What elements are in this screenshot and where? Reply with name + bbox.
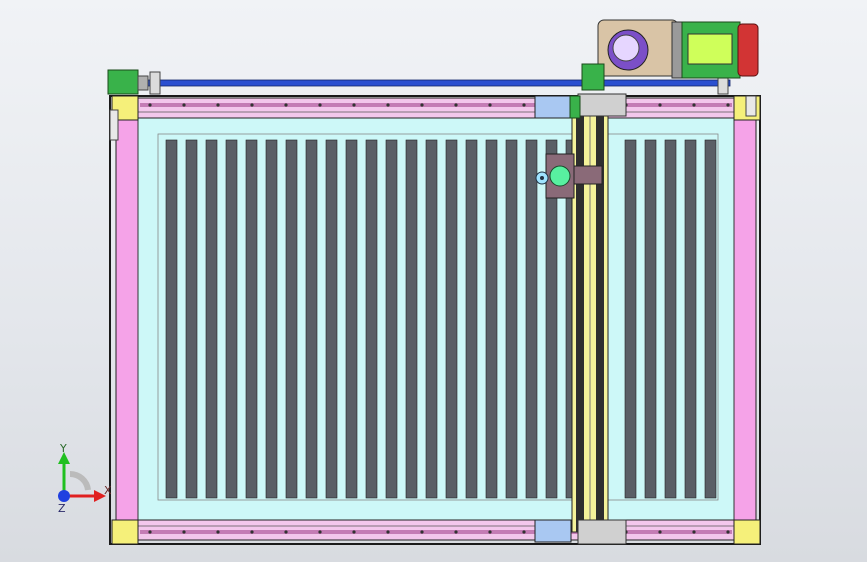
corner-block-bl (111, 519, 139, 545)
rail-bolt (726, 530, 730, 534)
rail-bolt (522, 530, 526, 534)
slat-right-4 (684, 139, 697, 499)
slat-right-3 (664, 139, 677, 499)
rail-bolt (284, 530, 288, 534)
rail-bolt (522, 103, 526, 107)
slat-left-10 (345, 139, 358, 499)
slat-left-5 (245, 139, 258, 499)
rail-bolt (352, 530, 356, 534)
slat-left-3 (205, 139, 218, 499)
rail-bolt (250, 103, 254, 107)
slat-left-12 (385, 139, 398, 499)
carriage-top (534, 95, 581, 119)
slat-left-7 (285, 139, 298, 499)
slat-left-1 (165, 139, 178, 499)
slat-left-19 (525, 139, 538, 499)
rail-bolt (182, 530, 186, 534)
z-axis-label: Z (58, 502, 66, 515)
rail-bolt (352, 103, 356, 107)
rail-bolt (250, 530, 254, 534)
slat-left-6 (265, 139, 278, 499)
rail-bolt (386, 530, 390, 534)
slat-left-11 (365, 139, 378, 499)
slat-left-14 (425, 139, 438, 499)
rail-bolt (216, 530, 220, 534)
rail-bolt (318, 103, 322, 107)
slat-left-15 (445, 139, 458, 499)
cad-viewport[interactable]: Y X Z (0, 0, 867, 562)
rail-bolt (488, 103, 492, 107)
rail-bolt (148, 530, 152, 534)
rail-bolt (658, 103, 662, 107)
rail-bolt (182, 103, 186, 107)
rail-bolt (488, 530, 492, 534)
rail-bolt (420, 530, 424, 534)
rail-bolt (420, 103, 424, 107)
coordinate-triad: Y X Z (58, 442, 112, 515)
rail-bolt (692, 103, 696, 107)
rail-bolt (386, 103, 390, 107)
x-axis-label: X (104, 484, 112, 497)
z-axis-dot (58, 490, 70, 502)
y-axis-label: Y (59, 442, 67, 455)
slat-left-4 (225, 139, 238, 499)
slat-left-8 (305, 139, 318, 499)
corner-block-br (733, 519, 761, 545)
slat-left-16 (465, 139, 478, 499)
slat-left-18 (505, 139, 518, 499)
rail-bolt (692, 530, 696, 534)
rail-bolt (658, 530, 662, 534)
rail-bolt (726, 103, 730, 107)
gearbox-motor (581, 19, 759, 91)
carriage-bottom (534, 519, 572, 543)
servo-motor-left (107, 69, 149, 95)
rail-bolt (148, 103, 152, 107)
slat-left-17 (485, 139, 498, 499)
slat-left-13 (405, 139, 418, 499)
rail-bolt (216, 103, 220, 107)
slat-right-2 (644, 139, 657, 499)
slat-right-5 (704, 139, 717, 499)
rail-bolt (454, 103, 458, 107)
rail-bolt (284, 103, 288, 107)
rail-top (135, 97, 737, 119)
rail-bottom (135, 519, 737, 541)
rail-bolt (454, 530, 458, 534)
slat-left-2 (185, 139, 198, 499)
slat-right-1 (624, 139, 637, 499)
rail-bolt (318, 530, 322, 534)
slat-left-9 (325, 139, 338, 499)
